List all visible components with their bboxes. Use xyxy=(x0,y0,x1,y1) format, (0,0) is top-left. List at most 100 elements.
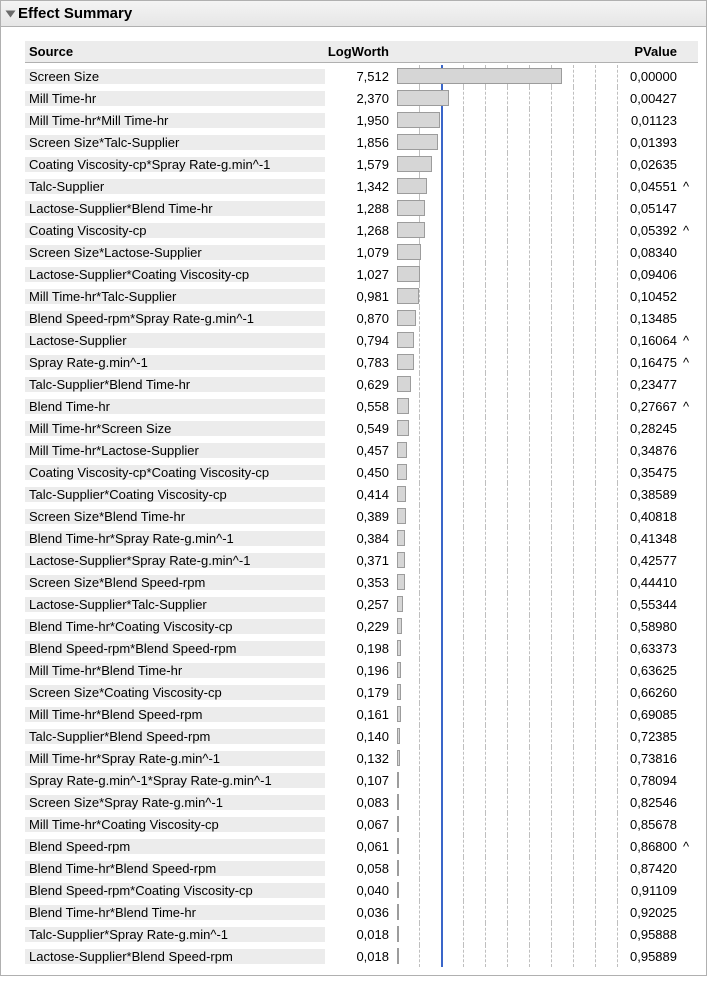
logworth-bar xyxy=(397,398,409,414)
cell-source: Talc-Supplier*Coating Viscosity-cp xyxy=(25,487,325,502)
table-row[interactable]: Blend Speed-rpm*Coating Viscosity-cp0,04… xyxy=(25,879,698,901)
table-row[interactable]: Mill Time-hr2,3700,00427 xyxy=(25,87,698,109)
cell-logworth: 0,061 xyxy=(325,839,395,854)
logworth-bar xyxy=(397,860,399,876)
cell-pvalue: 0,58980 xyxy=(619,619,679,634)
table-row[interactable]: Blend Time-hr*Blend Speed-rpm0,0580,8742… xyxy=(25,857,698,879)
cell-logworth: 1,027 xyxy=(325,267,395,282)
cell-pvalue: 0,41348 xyxy=(619,531,679,546)
cell-chart xyxy=(397,507,617,525)
cell-caret: ^ xyxy=(679,333,693,348)
table-row[interactable]: Mill Time-hr*Talc-Supplier0,9810,10452 xyxy=(25,285,698,307)
table-row[interactable]: Talc-Supplier*Blend Speed-rpm0,1400,7238… xyxy=(25,725,698,747)
table-row[interactable]: Spray Rate-g.min^-10,7830,16475^ xyxy=(25,351,698,373)
table-row[interactable]: Talc-Supplier1,3420,04551^ xyxy=(25,175,698,197)
cell-pvalue: 0,04551 xyxy=(619,179,679,194)
table-row[interactable]: Blend Time-hr*Spray Rate-g.min^-10,3840,… xyxy=(25,527,698,549)
table-row[interactable]: Lactose-Supplier0,7940,16064^ xyxy=(25,329,698,351)
panel-header[interactable]: Effect Summary xyxy=(1,1,706,27)
cell-logworth: 0,389 xyxy=(325,509,395,524)
cell-chart xyxy=(397,177,617,195)
logworth-bar xyxy=(397,926,399,942)
cell-logworth: 1,079 xyxy=(325,245,395,260)
cell-chart xyxy=(397,815,617,833)
cell-chart xyxy=(397,573,617,591)
cell-logworth: 0,040 xyxy=(325,883,395,898)
panel-title: Effect Summary xyxy=(18,5,132,22)
table-row[interactable]: Blend Time-hr0,5580,27667^ xyxy=(25,395,698,417)
table-row[interactable]: Screen Size*Talc-Supplier1,8560,01393 xyxy=(25,131,698,153)
cell-chart xyxy=(397,265,617,283)
table-row[interactable]: Coating Viscosity-cp1,2680,05392^ xyxy=(25,219,698,241)
table-row[interactable]: Lactose-Supplier*Talc-Supplier0,2570,553… xyxy=(25,593,698,615)
table-row[interactable]: Blend Time-hr*Coating Viscosity-cp0,2290… xyxy=(25,615,698,637)
table-row[interactable]: Talc-Supplier*Blend Time-hr0,6290,23477 xyxy=(25,373,698,395)
table-row[interactable]: Mill Time-hr*Blend Time-hr0,1960,63625 xyxy=(25,659,698,681)
header-pvalue[interactable]: PValue xyxy=(619,44,679,59)
cell-caret: ^ xyxy=(679,399,693,414)
cell-source: Blend Speed-rpm*Coating Viscosity-cp xyxy=(25,883,325,898)
cell-logworth: 0,140 xyxy=(325,729,395,744)
cell-source: Mill Time-hr*Mill Time-hr xyxy=(25,113,325,128)
cell-source: Lactose-Supplier xyxy=(25,333,325,348)
table-row[interactable]: Coating Viscosity-cp*Spray Rate-g.min^-1… xyxy=(25,153,698,175)
header-source[interactable]: Source xyxy=(25,44,325,59)
cell-chart xyxy=(397,155,617,173)
table-row[interactable]: Blend Speed-rpm*Spray Rate-g.min^-10,870… xyxy=(25,307,698,329)
table-row[interactable]: Mill Time-hr*Spray Rate-g.min^-10,1320,7… xyxy=(25,747,698,769)
table-row[interactable]: Screen Size*Blend Speed-rpm0,3530,44410 xyxy=(25,571,698,593)
table-row[interactable]: Blend Speed-rpm0,0610,86800^ xyxy=(25,835,698,857)
cell-logworth: 0,549 xyxy=(325,421,395,436)
table-row[interactable]: Lactose-Supplier*Coating Viscosity-cp1,0… xyxy=(25,263,698,285)
cell-logworth: 0,414 xyxy=(325,487,395,502)
table-row[interactable]: Screen Size*Coating Viscosity-cp0,1790,6… xyxy=(25,681,698,703)
cell-pvalue: 0,13485 xyxy=(619,311,679,326)
cell-pvalue: 0,66260 xyxy=(619,685,679,700)
logworth-bar xyxy=(397,420,409,436)
table-row[interactable]: Screen Size*Spray Rate-g.min^-10,0830,82… xyxy=(25,791,698,813)
logworth-bar xyxy=(397,486,406,502)
logworth-bar xyxy=(397,904,399,920)
table-row[interactable]: Mill Time-hr*Mill Time-hr1,9500,01123 xyxy=(25,109,698,131)
table-row[interactable]: Lactose-Supplier*Blend Time-hr1,2880,051… xyxy=(25,197,698,219)
table-row[interactable]: Blend Speed-rpm*Blend Speed-rpm0,1980,63… xyxy=(25,637,698,659)
logworth-bar xyxy=(397,266,420,282)
cell-chart xyxy=(397,397,617,415)
logworth-bar xyxy=(397,288,419,304)
table-row[interactable]: Lactose-Supplier*Blend Speed-rpm0,0180,9… xyxy=(25,945,698,967)
table-row[interactable]: Lactose-Supplier*Spray Rate-g.min^-10,37… xyxy=(25,549,698,571)
table-row[interactable]: Mill Time-hr*Blend Speed-rpm0,1610,69085 xyxy=(25,703,698,725)
cell-logworth: 1,288 xyxy=(325,201,395,216)
cell-logworth: 0,198 xyxy=(325,641,395,656)
table-row[interactable]: Mill Time-hr*Coating Viscosity-cp0,0670,… xyxy=(25,813,698,835)
cell-pvalue: 0,44410 xyxy=(619,575,679,590)
cell-logworth: 0,371 xyxy=(325,553,395,568)
disclosure-triangle-icon[interactable] xyxy=(6,10,16,17)
cell-pvalue: 0,86800 xyxy=(619,839,679,854)
cell-chart xyxy=(397,375,617,393)
table-row[interactable]: Talc-Supplier*Coating Viscosity-cp0,4140… xyxy=(25,483,698,505)
cell-source: Mill Time-hr*Screen Size xyxy=(25,421,325,436)
table-row[interactable]: Blend Time-hr*Blend Time-hr0,0360,92025 xyxy=(25,901,698,923)
cell-source: Blend Speed-rpm*Blend Speed-rpm xyxy=(25,641,325,656)
table-row[interactable]: Screen Size7,5120,00000 xyxy=(25,65,698,87)
table-row[interactable]: Mill Time-hr*Lactose-Supplier0,4570,3487… xyxy=(25,439,698,461)
table-row[interactable]: Coating Viscosity-cp*Coating Viscosity-c… xyxy=(25,461,698,483)
table-body: Screen Size7,5120,00000Mill Time-hr2,370… xyxy=(25,65,698,967)
cell-logworth: 2,370 xyxy=(325,91,395,106)
cell-pvalue: 0,82546 xyxy=(619,795,679,810)
cell-logworth: 0,107 xyxy=(325,773,395,788)
table-row[interactable]: Spray Rate-g.min^-1*Spray Rate-g.min^-10… xyxy=(25,769,698,791)
table-row[interactable]: Talc-Supplier*Spray Rate-g.min^-10,0180,… xyxy=(25,923,698,945)
logworth-bar xyxy=(397,376,411,392)
cell-pvalue: 0,05147 xyxy=(619,201,679,216)
header-logworth[interactable]: LogWorth xyxy=(325,44,395,59)
cell-source: Screen Size*Spray Rate-g.min^-1 xyxy=(25,795,325,810)
logworth-bar xyxy=(397,574,405,590)
table-row[interactable]: Screen Size*Lactose-Supplier1,0790,08340 xyxy=(25,241,698,263)
cell-chart xyxy=(397,551,617,569)
table-row[interactable]: Mill Time-hr*Screen Size0,5490,28245 xyxy=(25,417,698,439)
cell-chart xyxy=(397,529,617,547)
cell-chart xyxy=(397,89,617,107)
table-row[interactable]: Screen Size*Blend Time-hr0,3890,40818 xyxy=(25,505,698,527)
